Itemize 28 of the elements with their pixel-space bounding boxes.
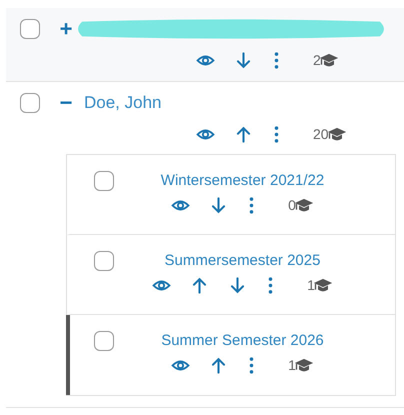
checkbox[interactable] (20, 19, 40, 39)
checkbox[interactable] (94, 331, 114, 351)
graduation-cap-icon (312, 276, 333, 294)
count: 1 (288, 357, 296, 373)
graduation-cap-icon (294, 356, 314, 374)
arrow-up-icon[interactable] (234, 124, 253, 144)
count: 0 (288, 197, 296, 213)
more-menu-icon[interactable] (249, 196, 254, 214)
semester-link[interactable]: Summer Semester 2026 (161, 331, 324, 351)
expand-toggle[interactable]: − (58, 92, 74, 114)
semester-link[interactable]: Summersemester 2025 (164, 251, 320, 271)
more-menu-icon[interactable] (274, 124, 279, 144)
more-menu-icon[interactable] (274, 50, 279, 70)
checkbox[interactable] (20, 93, 40, 113)
person-name-link[interactable]: Doe, John (84, 93, 162, 113)
semester-link[interactable]: Wintersemester 2021/22 (160, 171, 324, 191)
more-menu-icon[interactable] (249, 356, 254, 374)
count: 2 (313, 52, 321, 68)
graduation-cap-icon (326, 126, 347, 142)
graduation-cap-icon (318, 52, 339, 68)
count: 1 (307, 277, 315, 293)
arrow-down-icon[interactable] (234, 50, 253, 70)
more-menu-icon[interactable] (268, 276, 274, 294)
checkbox[interactable] (94, 171, 114, 191)
checkbox[interactable] (94, 251, 114, 271)
count: 20 (313, 126, 329, 142)
expand-toggle[interactable]: + (58, 18, 74, 40)
graduation-cap-icon (294, 196, 314, 214)
